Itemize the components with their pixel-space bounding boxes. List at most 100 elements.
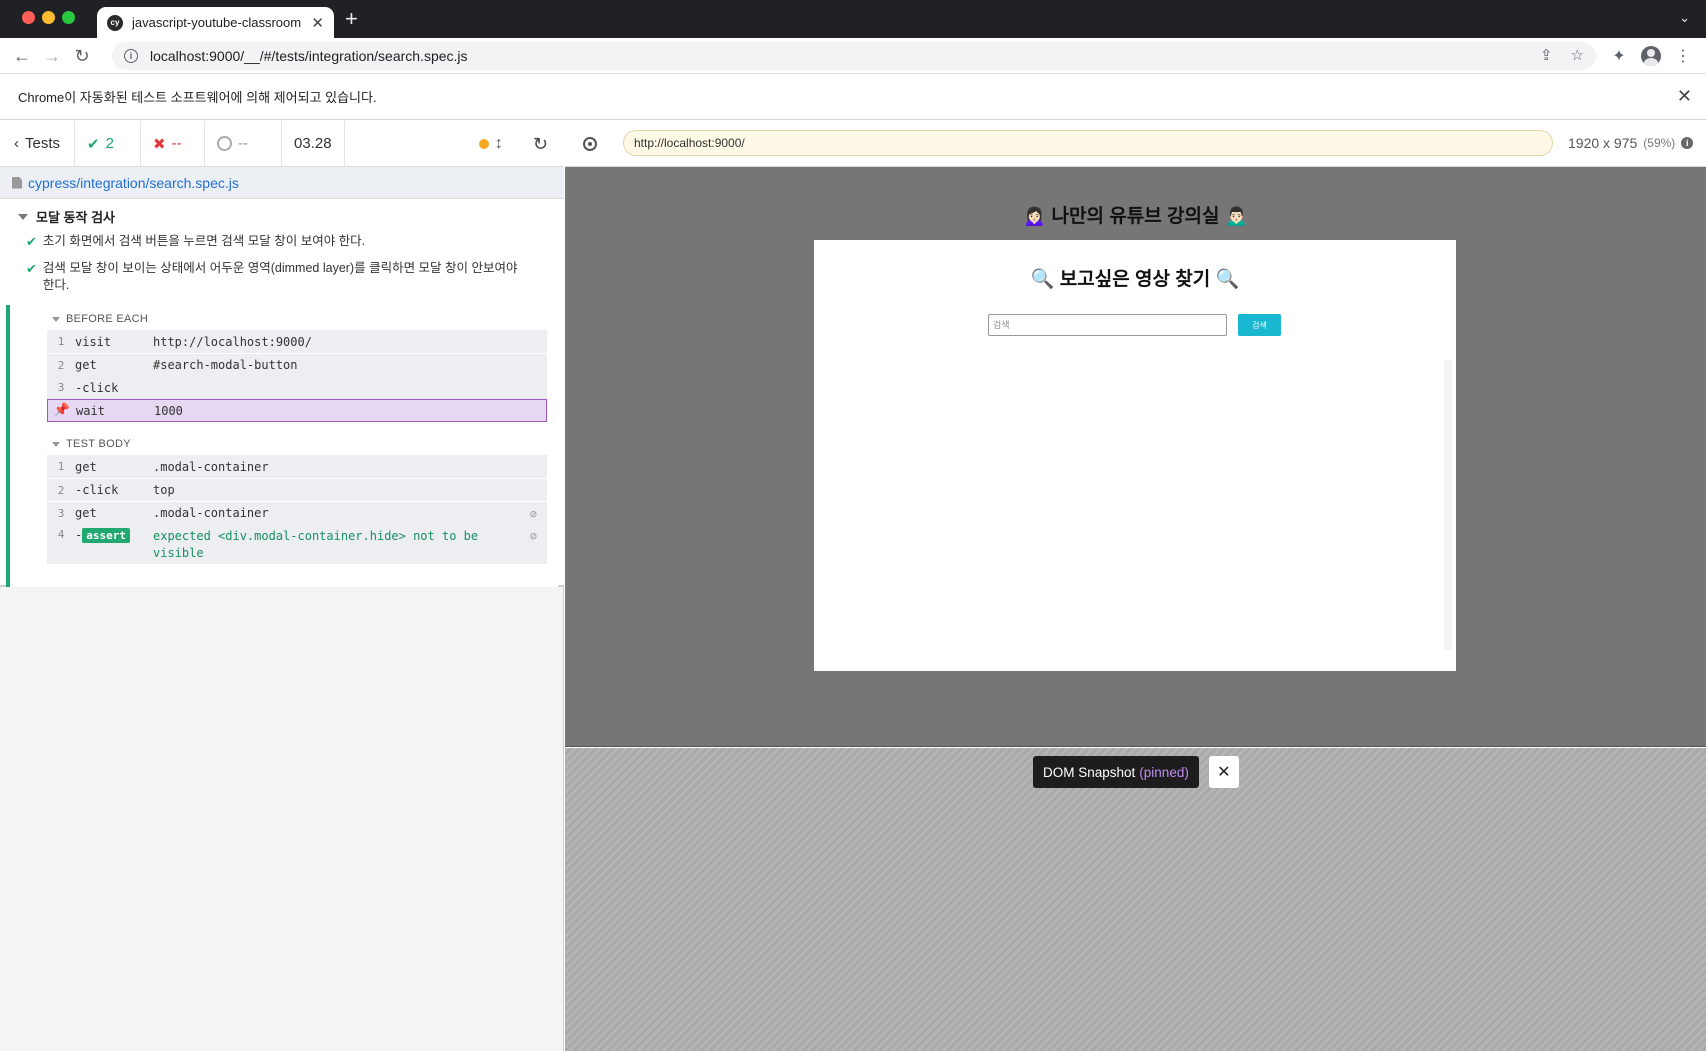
command-name: get bbox=[75, 459, 97, 474]
caret-down-icon bbox=[52, 441, 60, 447]
snapshot-label-text: DOM Snapshot bbox=[1043, 764, 1136, 780]
command-number: 3 bbox=[57, 506, 65, 520]
failed-count: ✖ -- bbox=[141, 121, 205, 166]
pending-count: -- bbox=[205, 121, 282, 166]
test-item[interactable]: ✔ 검색 모달 창이 보이는 상태에서 어두운 영역(dimmed layer)… bbox=[26, 260, 523, 294]
infobar-close-icon[interactable]: ✕ bbox=[1677, 86, 1692, 107]
snapshot-pinned-state: (pinned) bbox=[1139, 764, 1189, 780]
unpin-snapshot-close-icon[interactable]: ✕ bbox=[1208, 756, 1239, 788]
command-message: top bbox=[153, 483, 175, 497]
browser-menu-icon[interactable]: ⋮ bbox=[1671, 44, 1695, 68]
suite-title: 모달 동작 검사 bbox=[36, 210, 115, 225]
assert-badge: assert bbox=[82, 528, 130, 543]
cypress-reporter: ‹ Tests ✔ 2 ✖ -- -- 03.28 ↕ ↻ cypress/in… bbox=[0, 121, 564, 1051]
window-minimize-button[interactable] bbox=[42, 11, 55, 24]
command-row[interactable]: 3 get .modal-container ⊘ bbox=[47, 501, 547, 524]
modal-scrollbar[interactable] bbox=[1444, 360, 1452, 650]
share-icon[interactable]: ⇪ bbox=[1540, 46, 1553, 64]
command-row-assert[interactable]: 4 - assert expected <div.modal-container.… bbox=[47, 524, 547, 564]
chevron-left-icon: ‹ bbox=[14, 135, 19, 152]
caret-down-icon bbox=[52, 316, 60, 322]
browser-tab-bar: cy javascript-youtube-classroom ✕ + ⌄ bbox=[0, 0, 1706, 38]
before-each-hook-toggle[interactable]: BEFORE EACH bbox=[52, 313, 148, 325]
x-icon: ✖ bbox=[153, 135, 166, 153]
command-name: - assert bbox=[75, 528, 153, 543]
command-number: 1 bbox=[57, 335, 65, 348]
command-name: get bbox=[75, 506, 97, 520]
reporter-header: ‹ Tests ✔ 2 ✖ -- -- 03.28 ↕ ↻ bbox=[0, 121, 564, 167]
command-row[interactable]: 3 -click bbox=[47, 376, 547, 399]
file-icon bbox=[12, 176, 22, 189]
passed-count: ✔ 2 bbox=[75, 121, 141, 166]
command-row[interactable]: 2 -click top bbox=[47, 478, 547, 501]
aut-empty-area bbox=[565, 748, 1706, 1051]
window-maximize-button[interactable] bbox=[62, 11, 75, 24]
spec-file-link[interactable]: cypress/integration/search.spec.js bbox=[28, 175, 239, 191]
extensions-puzzle-icon[interactable]: ✦ bbox=[1607, 44, 1631, 68]
crosshair-icon bbox=[583, 137, 597, 151]
search-button[interactable]: 검색 bbox=[1238, 314, 1281, 336]
auto-scroll-toggle-icon[interactable]: ↕ bbox=[495, 135, 503, 153]
profile-avatar[interactable] bbox=[1639, 44, 1663, 68]
window-close-button[interactable] bbox=[22, 11, 35, 24]
profile-icon bbox=[1641, 46, 1661, 66]
eye-slash-icon: ⊘ bbox=[529, 529, 537, 543]
failed-value: -- bbox=[171, 135, 182, 152]
command-number: 4 bbox=[57, 528, 65, 541]
tab-search-chevron-icon[interactable]: ⌄ bbox=[1679, 10, 1690, 26]
test-title: 초기 화면에서 검색 버튼을 누르면 검색 모달 창이 보여야 한다. bbox=[42, 234, 366, 248]
check-icon: ✔ bbox=[87, 135, 100, 153]
pending-circle-icon bbox=[217, 136, 232, 151]
search-input[interactable] bbox=[988, 314, 1227, 336]
back-arrow-icon[interactable]: ← bbox=[10, 44, 34, 68]
run-duration: 03.28 bbox=[282, 121, 345, 166]
aut-header: http://localhost:9000/ 1920 x 975 (59%) … bbox=[565, 121, 1706, 167]
command-message: .modal-container bbox=[153, 459, 269, 474]
command-row[interactable]: 2 get #search-modal-button bbox=[47, 353, 547, 376]
hook-label: BEFORE EACH bbox=[66, 313, 149, 325]
command-name: visit bbox=[75, 334, 112, 349]
info-icon[interactable]: i bbox=[1681, 137, 1694, 149]
reload-icon[interactable]: ↻ bbox=[70, 44, 94, 68]
viewport-size: 1920 x 975 bbox=[1568, 135, 1638, 151]
command-name: wait bbox=[76, 403, 105, 418]
selector-playground-button[interactable] bbox=[579, 133, 601, 155]
viewport-scale: (59%) bbox=[1643, 136, 1676, 150]
viewport-info: 1920 x 975 (59%) i bbox=[1568, 135, 1694, 151]
test-suite: 모달 동작 검사 ✔ 초기 화면에서 검색 버튼을 누르면 검색 모달 창이 보… bbox=[0, 199, 564, 587]
check-icon: ✔ bbox=[26, 261, 37, 276]
command-name: get bbox=[75, 358, 97, 372]
bookmark-star-icon[interactable]: ☆ bbox=[1571, 46, 1584, 64]
aut-iframe: 🙍🏻‍♀️ 나만의 유튜브 강의실 🙍🏻‍♂️ 🔍 보고싶은 영상 찾기 🔍 검… bbox=[565, 167, 1706, 747]
new-tab-icon[interactable]: + bbox=[345, 8, 358, 30]
forward-arrow-icon[interactable]: → bbox=[40, 44, 64, 68]
test-command-log: BEFORE EACH 1 visit http://localhost:900… bbox=[6, 305, 558, 587]
pin-icon: 📌 bbox=[53, 403, 71, 418]
rerun-tests-icon[interactable]: ↻ bbox=[533, 134, 548, 155]
aut-url-bar[interactable]: http://localhost:9000/ bbox=[623, 130, 1553, 156]
command-message: expected <div.modal-container.hide> not … bbox=[153, 529, 479, 560]
back-to-tests-button[interactable]: ‹ Tests bbox=[0, 121, 75, 166]
suite-toggle[interactable]: 모달 동작 검사 bbox=[18, 207, 115, 226]
browser-tab[interactable]: cy javascript-youtube-classroom ✕ bbox=[97, 7, 334, 38]
command-message: 1000 bbox=[154, 403, 183, 418]
test-body-hook-toggle[interactable]: TEST BODY bbox=[52, 438, 131, 450]
command-number: 2 bbox=[57, 358, 65, 372]
passed-value: 2 bbox=[105, 135, 114, 152]
running-status-dot bbox=[478, 139, 489, 149]
hook-label: TEST BODY bbox=[66, 438, 131, 450]
command-row-pinned[interactable]: 📌 wait 1000 bbox=[47, 399, 547, 422]
address-bar[interactable]: i localhost:9000/__/#/tests/integration/… bbox=[112, 42, 1596, 70]
test-item[interactable]: ✔ 초기 화면에서 검색 버튼을 누르면 검색 모달 창이 보여야 한다. bbox=[26, 233, 523, 250]
spec-file-path: cypress/integration/search.spec.js bbox=[0, 167, 564, 199]
tab-close-icon[interactable]: ✕ bbox=[311, 14, 324, 32]
pending-value: -- bbox=[238, 135, 248, 152]
caret-down-icon bbox=[18, 213, 28, 220]
test-title: 검색 모달 창이 보이는 상태에서 어두운 영역(dimmed layer)를 … bbox=[42, 261, 518, 292]
modal-title: 🔍 보고싶은 영상 찾기 🔍 bbox=[1030, 269, 1240, 290]
command-row[interactable]: 1 get .modal-container bbox=[47, 455, 547, 478]
command-row[interactable]: 1 visit http://localhost:9000/ bbox=[47, 330, 547, 353]
command-message: #search-modal-button bbox=[153, 358, 298, 372]
site-info-icon[interactable]: i bbox=[124, 49, 138, 63]
command-message: .modal-container bbox=[153, 506, 269, 520]
